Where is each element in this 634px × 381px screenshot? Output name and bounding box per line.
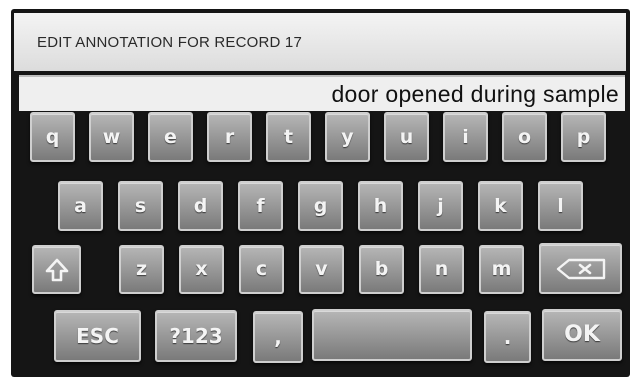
shift-arrow-icon xyxy=(45,258,68,281)
comma-key-label: , xyxy=(274,325,282,349)
esc-key[interactable]: ESC xyxy=(54,310,141,362)
key-b[interactable]: b xyxy=(359,245,404,294)
key-x[interactable]: x xyxy=(179,245,224,294)
space-key[interactable] xyxy=(312,309,472,361)
key-j[interactable]: j xyxy=(418,181,463,231)
symbols-key[interactable]: ?123 xyxy=(155,310,237,362)
key-r-label: r xyxy=(224,125,235,148)
key-v[interactable]: v xyxy=(299,245,344,294)
key-x-label: x xyxy=(195,258,208,280)
key-t[interactable]: t xyxy=(266,112,311,162)
esc-key-label: ESC xyxy=(76,324,119,348)
annotation-input[interactable]: door opened during sample xyxy=(19,75,625,111)
key-g-label: g xyxy=(313,194,328,217)
key-s-label: s xyxy=(134,194,147,217)
key-o[interactable]: o xyxy=(502,112,547,162)
key-z[interactable]: z xyxy=(119,245,164,294)
period-key[interactable]: . xyxy=(484,311,531,363)
shift-key[interactable] xyxy=(32,245,81,294)
key-l-label: l xyxy=(557,194,564,217)
ok-key[interactable]: OK xyxy=(542,309,622,361)
backspace-key[interactable] xyxy=(539,243,622,294)
key-g[interactable]: g xyxy=(298,181,343,231)
key-e[interactable]: e xyxy=(148,112,193,162)
key-d-label: d xyxy=(193,194,208,217)
keyboard-screen: EDIT ANNOTATION FOR RECORD 17 door opene… xyxy=(11,9,630,377)
key-u-label: u xyxy=(399,125,414,148)
key-p[interactable]: p xyxy=(561,112,606,162)
key-s[interactable]: s xyxy=(118,181,163,231)
key-u[interactable]: u xyxy=(384,112,429,162)
key-h-label: h xyxy=(373,194,388,217)
key-t-label: t xyxy=(283,125,294,148)
key-q-label: q xyxy=(45,125,60,148)
key-q[interactable]: q xyxy=(30,112,75,162)
key-v-label: v xyxy=(315,258,328,280)
key-b-label: b xyxy=(374,258,389,280)
key-z-label: z xyxy=(135,258,148,280)
period-key-label: . xyxy=(503,325,512,349)
key-f-label: f xyxy=(256,194,265,217)
ok-key-label: OK xyxy=(564,322,600,347)
key-e-label: e xyxy=(164,125,177,148)
backspace-icon xyxy=(556,258,605,279)
key-p-label: p xyxy=(576,125,591,148)
key-m-label: m xyxy=(491,258,512,280)
key-h[interactable]: h xyxy=(358,181,403,231)
key-f[interactable]: f xyxy=(238,181,283,231)
key-c-label: c xyxy=(255,258,268,280)
key-a[interactable]: a xyxy=(58,181,103,231)
key-n-label: n xyxy=(434,258,449,280)
key-y-label: y xyxy=(341,125,354,148)
key-r[interactable]: r xyxy=(207,112,252,162)
key-k[interactable]: k xyxy=(478,181,523,231)
key-c[interactable]: c xyxy=(239,245,284,294)
key-a-label: a xyxy=(74,194,87,217)
key-d[interactable]: d xyxy=(178,181,223,231)
key-l[interactable]: l xyxy=(538,181,583,231)
key-o-label: o xyxy=(517,125,532,148)
key-k-label: k xyxy=(494,194,507,217)
comma-key[interactable]: , xyxy=(253,311,303,363)
key-w[interactable]: w xyxy=(89,112,134,162)
key-i-label: i xyxy=(462,125,469,148)
key-m[interactable]: m xyxy=(479,245,524,294)
symbols-key-label: ?123 xyxy=(169,324,223,348)
key-w-label: w xyxy=(102,125,121,148)
key-i[interactable]: i xyxy=(443,112,488,162)
key-n[interactable]: n xyxy=(419,245,464,294)
key-y[interactable]: y xyxy=(325,112,370,162)
dialog-title: EDIT ANNOTATION FOR RECORD 17 xyxy=(14,13,626,71)
key-j-label: j xyxy=(437,194,444,217)
